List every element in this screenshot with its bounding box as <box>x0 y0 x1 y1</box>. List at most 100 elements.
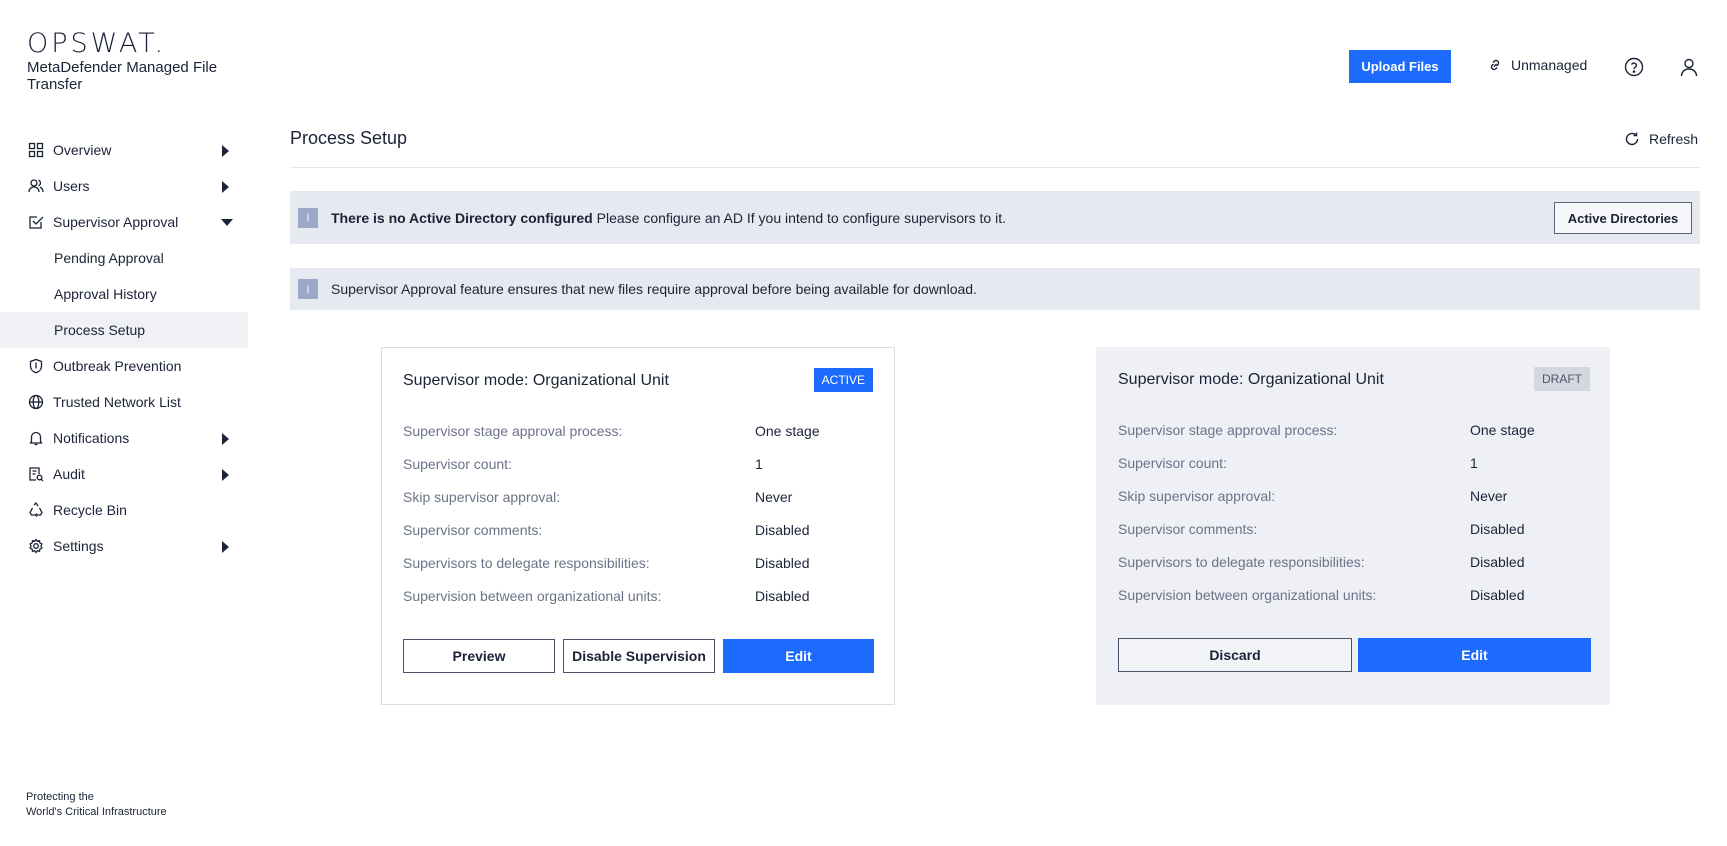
banner-text: Supervisor Approval feature ensures that… <box>331 281 977 297</box>
setting-label: Supervisors to delegate responsibilities… <box>403 554 650 571</box>
setting-label: Supervisor comments: <box>403 521 543 538</box>
edit-button[interactable]: Edit <box>723 639 874 673</box>
unmanaged-label: Unmanaged <box>1511 57 1588 73</box>
chevron-right-icon <box>222 145 229 157</box>
sidebar-item-process-setup[interactable]: Process Setup <box>0 312 248 348</box>
list-item: Skip supervisor approval: Never <box>403 480 873 513</box>
setting-value: Never <box>755 488 793 505</box>
feature-info-banner: i Supervisor Approval feature ensures th… <box>290 268 1700 310</box>
sidebar-item-outbreak-prevention[interactable]: Outbreak Prevention <box>0 348 248 384</box>
setting-value: One stage <box>755 422 820 439</box>
settings-list: Supervisor stage approval process: One st… <box>1118 413 1588 611</box>
unmanaged-link[interactable]: Unmanaged <box>1487 57 1587 73</box>
sidebar-item-approval-history[interactable]: Approval History <box>0 276 248 312</box>
setting-label: Skip supervisor approval: <box>403 488 561 505</box>
edit-button[interactable]: Edit <box>1358 638 1591 672</box>
preview-button[interactable]: Preview <box>403 639 555 673</box>
setting-label: Supervisors to delegate responsibilities… <box>1118 553 1365 570</box>
page-title: Process Setup <box>290 128 408 148</box>
audit-icon <box>27 465 45 483</box>
sidebar-item-supervisor-approval[interactable]: Supervisor Approval <box>0 204 248 240</box>
sidebar-item-users[interactable]: Users <box>0 168 248 204</box>
setting-value: Never <box>1470 487 1508 504</box>
sidebar-item-label: Users <box>53 178 90 194</box>
opswat-logo: OPSWAT. <box>27 28 167 59</box>
setting-label: Supervisor comments: <box>1118 520 1258 537</box>
active-supervisor-card: Supervisor mode: Organizational Unit ACT… <box>381 347 895 705</box>
sidebar-item-label: Supervisor Approval <box>53 214 179 230</box>
setting-value: One stage <box>1470 421 1535 438</box>
product-name: MetaDefender Managed File Transfer <box>27 59 218 93</box>
chevron-right-icon <box>222 433 229 445</box>
setting-value: Disabled <box>755 521 810 538</box>
sidebar-item-notifications[interactable]: Notifications <box>0 420 248 456</box>
list-item: Supervisor comments: Disabled <box>1118 512 1588 545</box>
refresh-button[interactable]: Refresh <box>1624 131 1698 147</box>
setting-value: Disabled <box>1470 586 1525 603</box>
approval-check-icon <box>27 213 45 231</box>
list-item: Supervisor comments: Disabled <box>403 513 873 546</box>
recycle-icon <box>27 501 45 519</box>
refresh-icon <box>1625 132 1639 146</box>
sidebar-item-label: Settings <box>53 538 104 554</box>
status-badge: DRAFT <box>1534 367 1590 391</box>
sidebar-item-settings[interactable]: Settings <box>0 528 248 564</box>
discard-button[interactable]: Discard <box>1118 638 1352 672</box>
sidebar: OPSWAT. MetaDefender Managed File Transf… <box>0 0 248 846</box>
setting-value: Disabled <box>1470 553 1525 570</box>
refresh-label: Refresh <box>1649 131 1699 147</box>
status-badge: ACTIVE <box>813 368 873 392</box>
sidebar-item-pending-approval[interactable]: Pending Approval <box>0 240 248 276</box>
disable-supervision-button[interactable]: Disable Supervision <box>563 639 715 673</box>
setting-label: Supervision between organizational units… <box>403 587 662 604</box>
list-item: Supervision between organizational units… <box>1118 578 1588 611</box>
sidebar-item-label: Overview <box>53 142 112 158</box>
upload-files-button[interactable]: Upload Files <box>1349 50 1451 83</box>
grid-icon <box>27 141 45 159</box>
active-directories-button[interactable]: Active Directories <box>1554 202 1692 234</box>
setting-value: 1 <box>1470 454 1478 471</box>
card-title: Supervisor mode: Organizational Unit <box>403 372 669 389</box>
chevron-down-icon <box>221 219 233 226</box>
setting-label: Supervisor stage approval process: <box>1118 421 1338 438</box>
sidebar-item-label: Outbreak Prevention <box>53 358 182 374</box>
footer-line-1: Protecting the <box>26 791 94 803</box>
sidebar-item-label: Audit <box>53 466 85 482</box>
sidebar-item-overview[interactable]: Overview <box>0 132 248 168</box>
list-item: Supervisor count: 1 <box>403 447 873 480</box>
list-item: Skip supervisor approval: Never <box>1118 479 1588 512</box>
list-item: Supervisors to delegate responsibilities… <box>1118 545 1588 578</box>
setting-label: Supervision between organizational units… <box>1118 586 1377 603</box>
setting-value: Disabled <box>1470 520 1525 537</box>
sidebar-item-label: Trusted Network List <box>53 394 181 410</box>
setting-value: 1 <box>755 455 763 472</box>
footer-tagline: Protecting the World's Critical Infrastr… <box>26 790 167 820</box>
shield-icon <box>27 357 45 375</box>
help-icon[interactable] <box>1624 57 1644 77</box>
sidebar-item-label: Recycle Bin <box>53 502 127 518</box>
bell-icon <box>27 429 45 447</box>
list-item: Supervisor stage approval process: One st… <box>403 414 873 447</box>
sidebar-nav: Overview Users Supervisor Approval Pendi… <box>0 132 248 564</box>
settings-list: Supervisor stage approval process: One st… <box>403 414 873 612</box>
chevron-right-icon <box>222 469 229 481</box>
list-item: Supervisor count: 1 <box>1118 446 1588 479</box>
divider <box>290 167 1700 168</box>
sidebar-item-recycle-bin[interactable]: Recycle Bin <box>0 492 248 528</box>
info-icon: i <box>298 279 318 299</box>
card-title: Supervisor mode: Organizational Unit <box>1118 371 1384 388</box>
list-item: Supervision between organizational units… <box>403 579 873 612</box>
sidebar-item-label: Notifications <box>53 430 130 446</box>
list-item: Supervisor stage approval process: One st… <box>1118 413 1588 446</box>
setting-value: Disabled <box>755 587 810 604</box>
sidebar-item-trusted-network-list[interactable]: Trusted Network List <box>0 384 248 420</box>
sidebar-item-audit[interactable]: Audit <box>0 456 248 492</box>
setting-value: Disabled <box>755 554 810 571</box>
setting-label: Supervisor count: <box>1118 454 1227 471</box>
banner-text: Please configure an AD If you intend to … <box>596 209 1006 226</box>
chevron-right-icon <box>222 541 229 553</box>
gear-icon <box>27 537 45 555</box>
user-icon[interactable] <box>1679 57 1699 77</box>
list-item: Supervisors to delegate responsibilities… <box>403 546 873 579</box>
globe-icon <box>27 393 45 411</box>
